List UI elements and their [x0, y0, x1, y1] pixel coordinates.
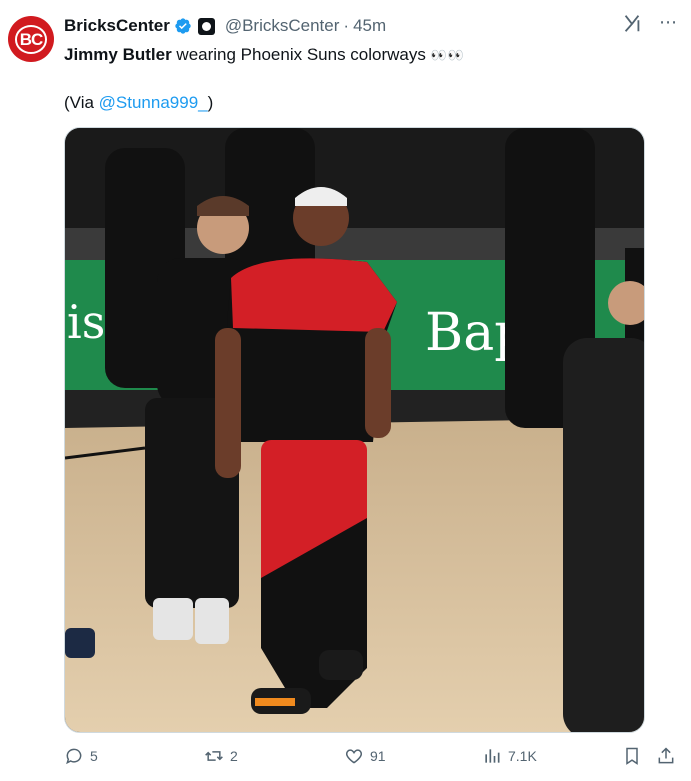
via-suffix: )	[207, 93, 214, 112]
repost-count: 2	[230, 748, 238, 764]
basketball-court-photo: ist Bap	[65, 128, 644, 732]
tweet-body: wearing Phoenix Suns colorways	[171, 45, 426, 64]
avatar[interactable]: BC	[8, 16, 54, 62]
tweet-header: BricksCenter @BricksCenter · 45m	[64, 14, 386, 38]
bookmark-icon	[626, 747, 638, 765]
views-button[interactable]: 7.1K	[482, 746, 537, 766]
reply-count: 5	[90, 748, 98, 764]
share-icon	[658, 747, 674, 764]
timestamp[interactable]: 45m	[353, 16, 386, 36]
tweet-text: Jimmy Butler wearing Phoenix Suns colorw…	[64, 44, 465, 67]
avatar-logo-text: BC	[14, 24, 48, 54]
views-icon	[485, 749, 500, 763]
author-name[interactable]: BricksCenter	[64, 16, 170, 36]
via-line: (Via @Stunna999_)	[64, 92, 213, 114]
like-icon	[345, 749, 363, 764]
via-handle-link[interactable]: @Stunna999_	[99, 93, 208, 112]
person-right	[563, 281, 644, 732]
like-button[interactable]: 91	[344, 746, 386, 766]
tweet-bold-name[interactable]: Jimmy Butler	[64, 45, 172, 64]
author-handle[interactable]: @BricksCenter	[225, 16, 340, 36]
verified-icon	[175, 18, 191, 34]
separator: ·	[343, 16, 350, 35]
views-count: 7.1K	[508, 748, 537, 764]
action-bar: 5 2 91 7.1K	[64, 746, 682, 772]
eyes-emoji: 👀👀	[430, 47, 465, 63]
grok-icon[interactable]	[621, 12, 643, 34]
like-count: 91	[370, 748, 386, 764]
bookmark-button[interactable]	[622, 746, 642, 766]
via-prefix: (Via	[64, 93, 99, 112]
repost-button[interactable]: 2	[204, 746, 238, 766]
repost-icon	[205, 751, 223, 761]
affiliate-badge-icon	[197, 17, 215, 35]
media-image[interactable]: ist Bap	[64, 127, 645, 733]
more-icon[interactable]: ⋯	[657, 12, 679, 34]
reply-button[interactable]: 5	[64, 746, 98, 766]
share-button[interactable]	[656, 746, 676, 766]
reply-icon	[66, 748, 82, 765]
